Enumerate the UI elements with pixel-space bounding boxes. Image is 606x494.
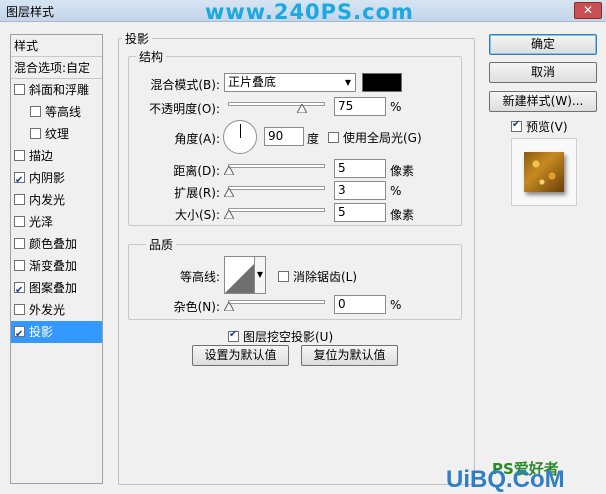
opacity-unit: % [390, 100, 402, 114]
blend-mode-select[interactable]: 正片叠底 ▼ [224, 73, 356, 92]
noise-label: 杂色(N): [173, 300, 220, 314]
watermark-url: UiBQ.CoM [446, 466, 565, 493]
distance-unit: 像素 [390, 164, 415, 178]
style-check-icon[interactable] [14, 238, 25, 249]
style-check-icon[interactable] [30, 106, 41, 117]
style-check-icon[interactable] [14, 216, 25, 227]
style-item-label: 颜色叠加 [29, 237, 78, 251]
spread-slider-handle[interactable] [224, 188, 234, 197]
new-style-button[interactable]: 新建样式(W)... [489, 91, 597, 112]
knockout-checkbox[interactable]: 图层挖空投影(U) [228, 328, 333, 345]
style-list: 样式 混合选项:自定 斜面和浮雕等高线纹理描边内阴影内发光光泽颜色叠加渐变叠加图… [10, 34, 103, 484]
noise-input[interactable]: 0 [334, 295, 386, 314]
preview-tile [524, 152, 564, 192]
style-item[interactable]: 光泽 [11, 211, 102, 233]
style-item[interactable]: 斜面和浮雕 [11, 79, 102, 101]
style-check-icon[interactable] [14, 304, 25, 315]
size-label: 大小(S): [174, 208, 220, 222]
style-item[interactable]: 纹理 [11, 123, 102, 145]
style-item[interactable]: 投影 [11, 321, 102, 346]
ok-button[interactable]: 确定 [489, 34, 597, 55]
style-item[interactable]: 内发光 [11, 189, 102, 211]
distance-label: 距离(D): [173, 164, 220, 178]
chevron-down-icon: ▼ [256, 270, 264, 279]
make-default-button[interactable]: 设置为默认值 [192, 345, 289, 366]
style-check-icon[interactable] [14, 324, 25, 346]
style-item[interactable]: 外发光 [11, 299, 102, 321]
size-unit: 像素 [390, 208, 415, 222]
style-item-label: 投影 [29, 325, 54, 339]
opacity-slider-handle[interactable] [296, 104, 307, 113]
size-slider[interactable] [224, 208, 325, 219]
title-bar: 图层样式 www.240PS.com ✕ [0, 0, 606, 24]
chevron-down-icon: ▼ [344, 78, 351, 87]
blend-mode-label: 混合模式(B): [150, 78, 220, 92]
spread-label: 扩展(R): [174, 186, 220, 200]
style-item[interactable]: 颜色叠加 [11, 233, 102, 255]
knockout-check-icon [228, 329, 239, 342]
style-item[interactable]: 等高线 [11, 101, 102, 123]
distance-slider[interactable] [224, 164, 325, 175]
distance-slider-handle[interactable] [224, 166, 234, 175]
angle-dial[interactable] [223, 120, 257, 154]
preview-check-icon [511, 119, 522, 132]
opacity-input[interactable]: 75 [334, 97, 386, 116]
style-check-icon[interactable] [30, 128, 41, 139]
style-item-label: 光泽 [29, 215, 54, 229]
size-input[interactable]: 5 [334, 203, 386, 222]
style-item-label: 外发光 [29, 303, 66, 317]
global-light-check-icon [328, 132, 339, 143]
spread-slider[interactable] [224, 186, 325, 197]
angle-label: 角度(A): [174, 132, 220, 146]
style-item-label: 图案叠加 [29, 281, 78, 295]
cancel-button[interactable]: 取消 [489, 62, 597, 83]
spread-unit: % [390, 184, 402, 198]
style-check-icon[interactable] [14, 84, 25, 95]
blending-options-item[interactable]: 混合选项:自定 [11, 57, 102, 79]
distance-input[interactable]: 5 [334, 159, 386, 178]
style-item[interactable]: 渐变叠加 [11, 255, 102, 277]
noise-unit: % [390, 298, 402, 312]
style-check-icon[interactable] [14, 280, 25, 302]
spread-input[interactable]: 3 [334, 181, 386, 200]
shadow-color-swatch[interactable] [362, 73, 402, 92]
style-check-icon[interactable] [14, 170, 25, 192]
style-preview [511, 138, 577, 206]
style-item-label: 斜面和浮雕 [29, 83, 90, 97]
quality-title: 品质 [146, 236, 177, 253]
contour-dropdown[interactable]: ▼ [254, 256, 266, 294]
reset-default-button[interactable]: 复位为默认值 [301, 345, 398, 366]
style-check-icon[interactable] [14, 194, 25, 205]
style-item[interactable]: 图案叠加 [11, 277, 102, 302]
contour-label: 等高线: [179, 270, 220, 284]
noise-slider-handle[interactable] [224, 302, 234, 311]
site-watermark: www.240PS.com [205, 0, 414, 24]
preview-checkbox[interactable]: 预览(V) [511, 118, 568, 135]
style-item[interactable]: 内阴影 [11, 167, 102, 192]
style-item-label: 渐变叠加 [29, 259, 78, 273]
blend-mode-value: 正片叠底 [228, 75, 277, 89]
style-item-label: 等高线 [45, 105, 82, 119]
antialias-checkbox[interactable]: 消除锯齿(L) [278, 268, 357, 285]
opacity-label: 不透明度(O): [149, 102, 220, 116]
structure-title: 结构 [136, 48, 167, 65]
opacity-slider[interactable] [228, 102, 325, 113]
style-item-label: 内发光 [29, 193, 66, 207]
style-item-label: 纹理 [45, 127, 70, 141]
style-check-icon[interactable] [14, 260, 25, 271]
styles-header[interactable]: 样式 [11, 35, 102, 57]
angle-unit: 度 [307, 132, 320, 146]
global-light-checkbox[interactable]: 使用全局光(G) [328, 129, 422, 146]
style-item-label: 内阴影 [29, 171, 66, 185]
section-title: 投影 [122, 30, 153, 47]
angle-input[interactable]: 90 [264, 127, 304, 146]
noise-slider[interactable] [224, 300, 325, 311]
antialias-check-icon [278, 271, 289, 282]
style-item[interactable]: 描边 [11, 145, 102, 167]
style-check-icon[interactable] [14, 150, 25, 161]
close-button[interactable]: ✕ [574, 2, 602, 19]
style-item-label: 描边 [29, 149, 54, 163]
size-slider-handle[interactable] [224, 210, 234, 219]
window-title: 图层样式 [6, 5, 55, 19]
